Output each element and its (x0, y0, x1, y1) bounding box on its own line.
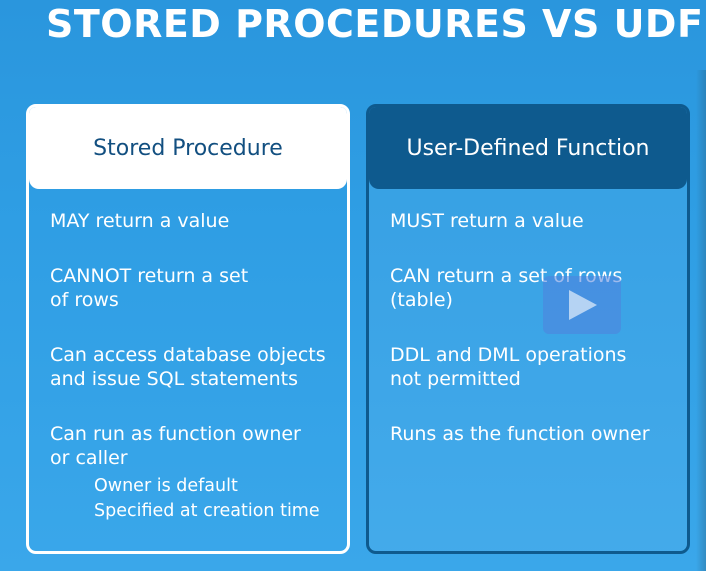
udf-header: User-Defined Function (369, 107, 687, 189)
stored-procedure-card: Stored Procedure MAY return a value CANN… (26, 104, 350, 554)
list-item: CANNOT return a set of rows (50, 264, 347, 312)
sub-list-item: Specified at creation time (94, 501, 320, 521)
list-item-text: or caller (50, 447, 128, 469)
play-button[interactable] (543, 276, 621, 334)
list-item-text: (table) (390, 289, 453, 311)
list-item-text: CAN return a set of rows (390, 265, 623, 287)
list-item: Can access database objects and issue SQ… (50, 343, 347, 391)
list-item-text: DDL and DML operations (390, 344, 627, 366)
list-item: Runs as the function owner (390, 422, 687, 446)
list-item-text: Can access database objects (50, 344, 326, 366)
list-item: DDL and DML operations not permitted (390, 343, 687, 391)
list-item-text: Can run as function owner (50, 423, 301, 445)
sub-list: Owner is default Specified at creation t… (50, 474, 347, 524)
list-item: Can run as function owner or caller Owne… (50, 422, 347, 524)
list-item: MUST return a value (390, 209, 687, 233)
edge-shadow (696, 70, 706, 571)
list-item-text: not permitted (390, 368, 521, 390)
list-item-text: MAY return a value (50, 210, 230, 232)
sub-list-item: Owner is default (94, 476, 238, 496)
list-item-text: of rows (50, 289, 119, 311)
list-item: MAY return a value (50, 209, 347, 233)
list-item: CAN return a set of rows (table) (390, 264, 687, 312)
list-item-text: Runs as the function owner (390, 423, 650, 445)
list-item-text: MUST return a value (390, 210, 584, 232)
udf-card: User-Defined Function MUST return a valu… (366, 104, 690, 554)
list-item-text: CANNOT return a set (50, 265, 249, 287)
play-icon (569, 290, 597, 320)
list-item-text: and issue SQL statements (50, 368, 298, 390)
slide-title: STORED PROCEDURES VS UDFS (46, 2, 706, 46)
stored-procedure-header: Stored Procedure (29, 107, 347, 189)
udf-list: MUST return a value CAN return a set of … (369, 189, 687, 446)
stored-procedure-list: MAY return a value CANNOT return a set o… (29, 189, 347, 524)
